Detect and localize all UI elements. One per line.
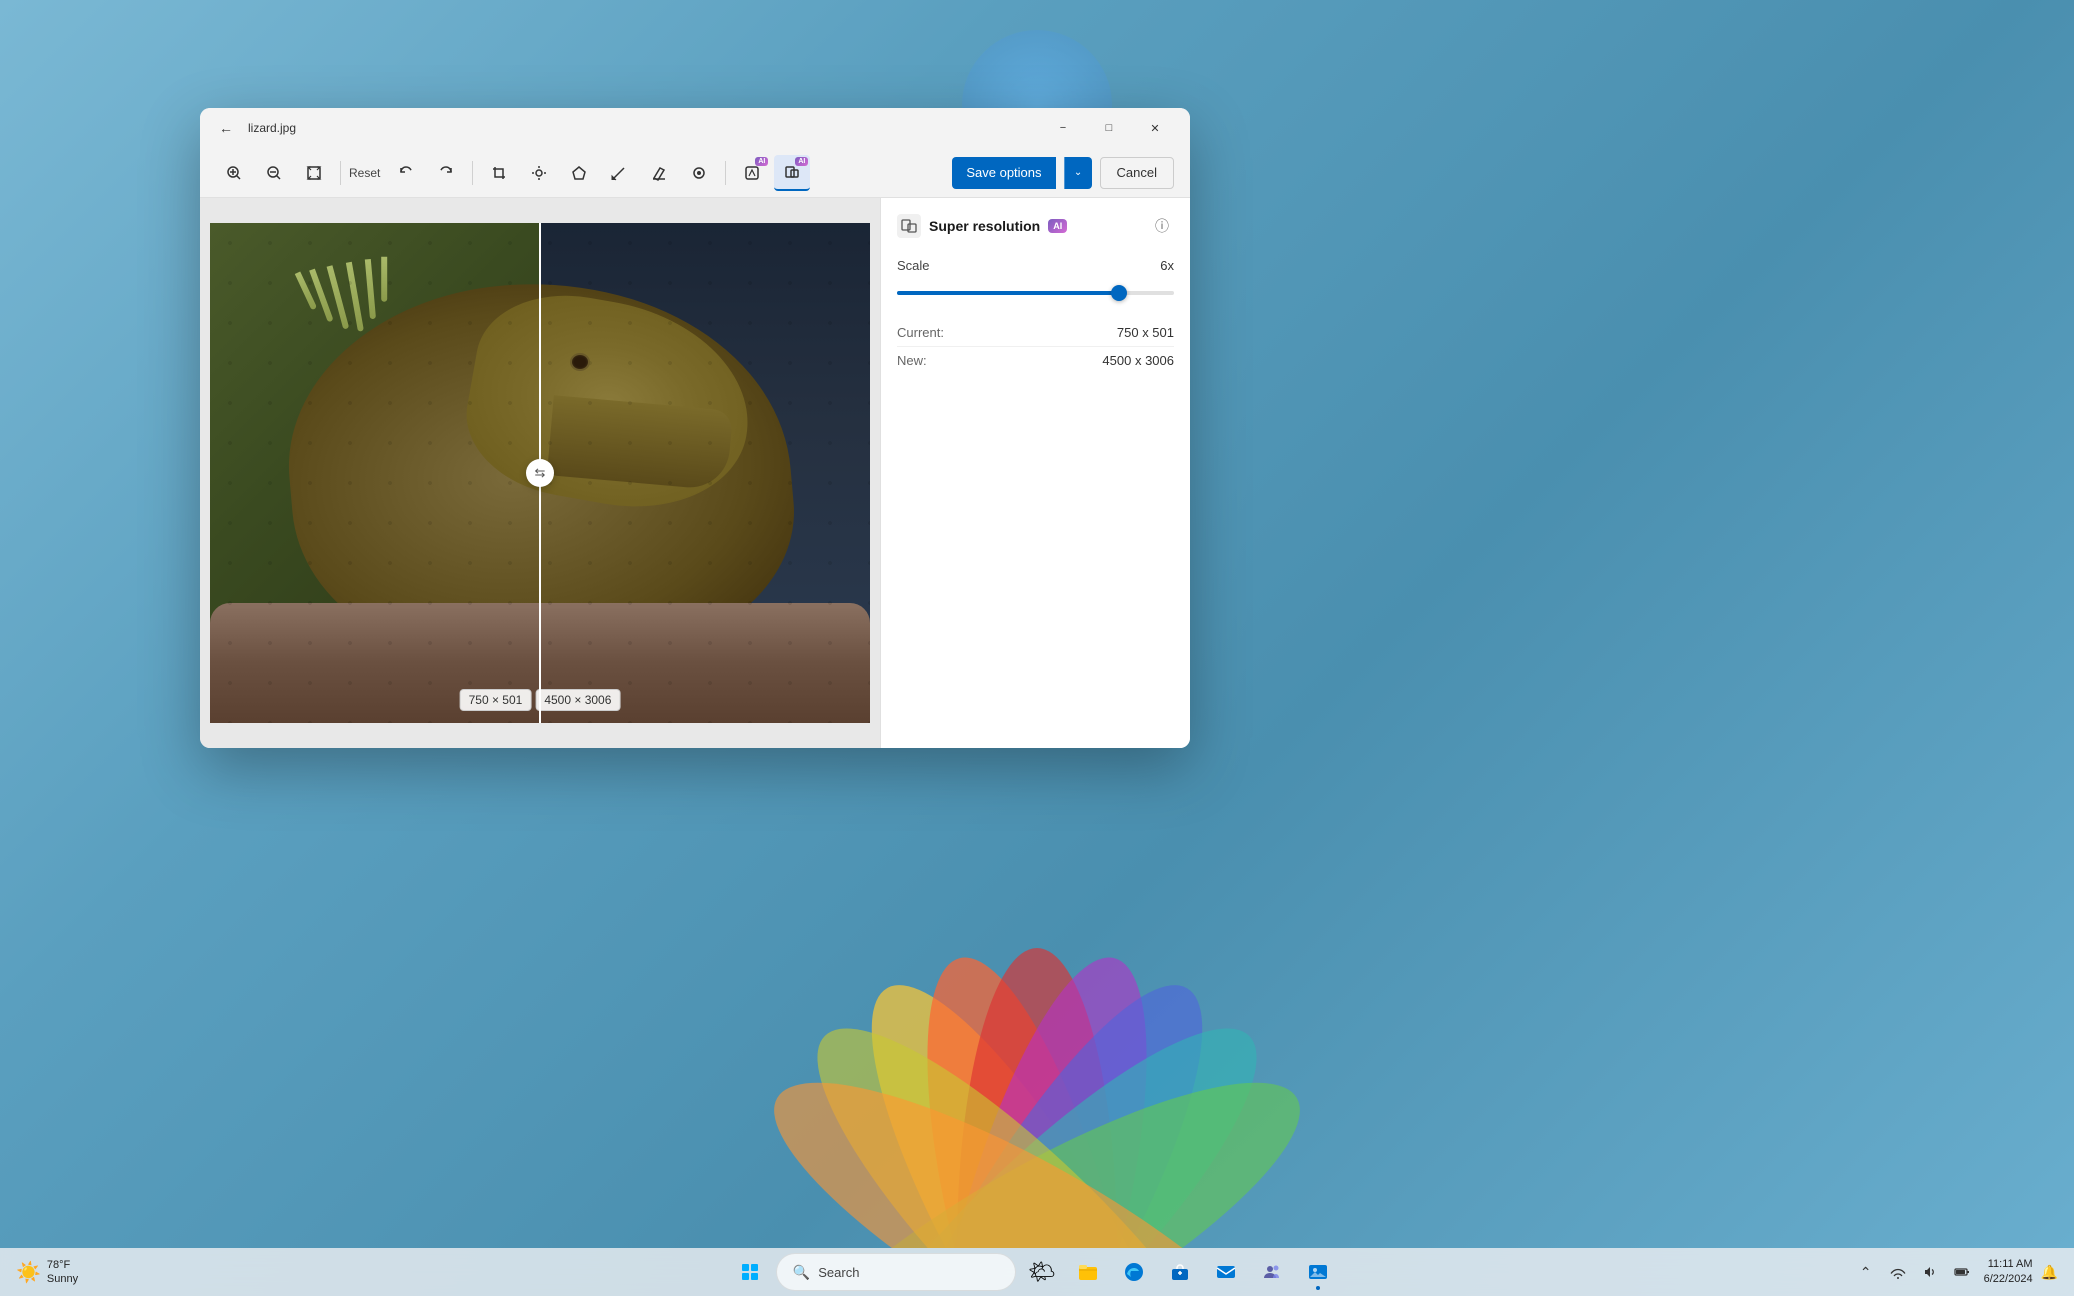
taskbar-left: ☀️ 78°F Sunny <box>16 1258 216 1287</box>
taskbar-widgets-button[interactable]: 🌤 <box>1022 1252 1062 1292</box>
zoom-in-button[interactable] <box>216 155 252 191</box>
divider-1 <box>340 161 341 185</box>
split-handle[interactable]: ⇆ <box>526 459 554 487</box>
current-label: Current: <box>897 325 944 340</box>
fit-window-button[interactable] <box>296 155 332 191</box>
zoom-out-button[interactable] <box>256 155 292 191</box>
cancel-button[interactable]: Cancel <box>1100 157 1174 189</box>
window-title: lizard.jpg <box>248 121 1040 135</box>
app-window: ← lizard.jpg − □ ✕ Reset <box>200 108 1190 748</box>
battery-icon[interactable] <box>1948 1258 1976 1286</box>
slider-track <box>897 291 1174 295</box>
right-panel: Super resolution AI ⓘ Scale 6x <box>880 198 1190 748</box>
volume-icon[interactable] <box>1916 1258 1944 1286</box>
crop-button[interactable] <box>481 155 517 191</box>
divider-2 <box>472 161 473 185</box>
super-resolution-button[interactable]: AI <box>774 155 810 191</box>
chevron-up-icon[interactable]: ⌃ <box>1852 1258 1880 1286</box>
current-value: 750 x 501 <box>1117 325 1174 340</box>
new-value: 4500 x 3006 <box>1102 353 1174 368</box>
taskbar-photos-button[interactable] <box>1298 1252 1338 1292</box>
panel-title: Super resolution <box>929 218 1040 234</box>
taskbar-center: 🔍 Search 🌤 <box>216 1252 1852 1292</box>
image-container: ⇆ 750 × 501 4500 × 3006 <box>200 198 880 748</box>
weather-temp: 78°F <box>47 1258 78 1272</box>
save-options-button[interactable]: Save options <box>952 157 1055 189</box>
slider-thumb[interactable] <box>1111 285 1127 301</box>
taskbar-right: ⌃ 11:11 AM 6/22/2024 🔔 <box>1852 1257 2058 1288</box>
taskbar-files-button[interactable] <box>1068 1252 1108 1292</box>
slider-fill <box>897 291 1119 295</box>
scale-section: Scale 6x <box>897 258 1174 303</box>
scale-header: Scale 6x <box>897 258 1174 273</box>
brightness-button[interactable] <box>521 155 557 191</box>
current-resolution-row: Current: 750 x 501 <box>897 319 1174 347</box>
taskbar-teams-button[interactable] <box>1252 1252 1292 1292</box>
redo-button[interactable] <box>428 155 464 191</box>
background-ai-badge: AI <box>755 157 768 166</box>
reset-label: Reset <box>349 166 380 180</box>
lizard-eye <box>570 353 590 371</box>
erase-button[interactable] <box>641 155 677 191</box>
toolbar-right: Save options ⌄ Cancel <box>952 157 1174 189</box>
weather-condition: Sunny <box>47 1272 78 1286</box>
system-clock[interactable]: 11:11 AM 6/22/2024 <box>1984 1257 2033 1288</box>
image-area: ⇆ 750 × 501 4500 × 3006 <box>200 198 880 748</box>
taskbar-edge-button[interactable] <box>1114 1252 1154 1292</box>
content-area: ⇆ 750 × 501 4500 × 3006 Super resolu <box>200 198 1190 748</box>
scale-value: 6x <box>1160 258 1174 273</box>
start-button[interactable] <box>730 1252 770 1292</box>
weather-icon: ☀️ <box>16 1260 41 1285</box>
toolbar-left: Reset <box>216 155 948 191</box>
panel-icon <box>897 214 921 238</box>
taskbar-store-button[interactable] <box>1160 1252 1200 1292</box>
slider-container[interactable] <box>897 283 1174 303</box>
search-label: Search <box>818 1265 859 1280</box>
clock-date: 6/22/2024 <box>1984 1272 2033 1287</box>
new-label: New: <box>897 353 927 368</box>
taskbar: ☀️ 78°F Sunny 🔍 Search 🌤 <box>0 1248 2074 1296</box>
panel-info-button[interactable]: ⓘ <box>1150 214 1174 238</box>
draw-button[interactable] <box>601 155 637 191</box>
taskbar-mail-button[interactable] <box>1206 1252 1246 1292</box>
super-res-ai-badge: AI <box>795 157 808 166</box>
lizard-image: ⇆ 750 × 501 4500 × 3006 <box>210 223 870 723</box>
new-size-label: 4500 × 3006 <box>535 689 620 711</box>
weather-text: 78°F Sunny <box>47 1258 78 1287</box>
scale-label: Scale <box>897 258 930 273</box>
panel-ai-badge: AI <box>1048 219 1067 233</box>
panel-title-group: Super resolution AI <box>897 214 1067 238</box>
weather-widget[interactable]: ☀️ 78°F Sunny <box>16 1258 78 1287</box>
new-resolution-row: New: 4500 x 3006 <box>897 347 1174 374</box>
window-controls: − □ ✕ <box>1040 112 1178 144</box>
original-size-label: 750 × 501 <box>460 689 532 711</box>
filters-button[interactable] <box>561 155 597 191</box>
background-ai-button[interactable]: AI <box>734 155 770 191</box>
system-icons: ⌃ <box>1852 1258 1976 1286</box>
clock-time: 11:11 AM <box>1984 1257 2033 1272</box>
divider-3 <box>725 161 726 185</box>
back-button[interactable]: ← <box>212 114 240 142</box>
win11-wallpaper <box>0 698 2074 1248</box>
split-divider[interactable]: ⇆ <box>539 223 541 723</box>
close-button[interactable]: ✕ <box>1132 112 1178 144</box>
network-icon[interactable] <box>1884 1258 1912 1286</box>
panel-header: Super resolution AI ⓘ <box>897 214 1174 238</box>
spot-heal-button[interactable] <box>681 155 717 191</box>
save-options-dropdown[interactable]: ⌄ <box>1064 157 1092 189</box>
title-bar: ← lizard.jpg − □ ✕ <box>200 108 1190 148</box>
toolbar: Reset <box>200 148 1190 198</box>
minimize-button[interactable]: − <box>1040 112 1086 144</box>
undo-button[interactable] <box>388 155 424 191</box>
search-icon: 🔍 <box>793 1264 810 1281</box>
taskbar-search[interactable]: 🔍 Search <box>776 1253 1016 1291</box>
notification-button[interactable]: 🔔 <box>2041 1264 2058 1281</box>
maximize-button[interactable]: □ <box>1086 112 1132 144</box>
